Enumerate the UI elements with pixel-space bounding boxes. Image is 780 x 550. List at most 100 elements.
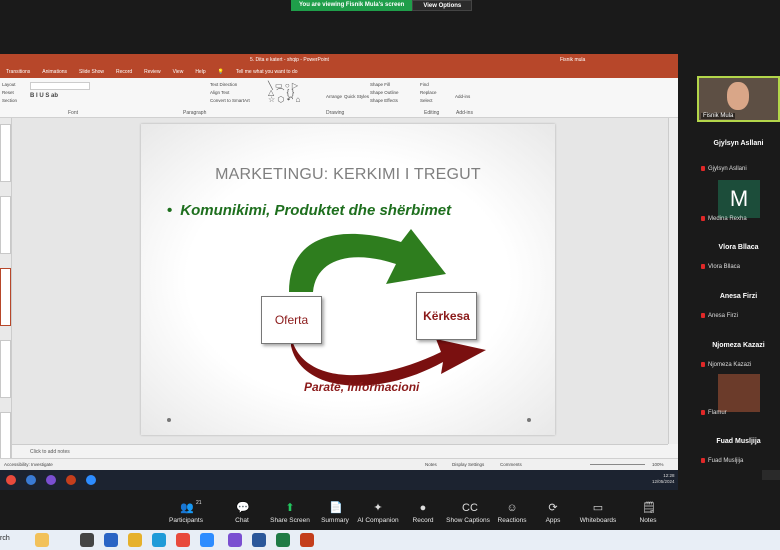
shape-outline-button[interactable]: Shape Outline bbox=[370, 90, 399, 95]
participant-name-large: Gjylsyn Asllani bbox=[713, 140, 764, 147]
clock-date: 12/05/2024 bbox=[652, 479, 675, 484]
viber-icon[interactable] bbox=[46, 475, 56, 485]
ribbon-tabs: Transitions Animations Slide Show Record… bbox=[0, 66, 678, 78]
participant-avatar: M bbox=[718, 180, 760, 218]
notes-pane[interactable]: Click to add notes bbox=[12, 444, 668, 458]
section-button[interactable]: Section bbox=[2, 98, 17, 103]
replace-button[interactable]: Replace bbox=[420, 90, 437, 95]
arrange-button[interactable]: Arrange bbox=[326, 94, 342, 99]
accessibility-status[interactable]: Accessibility: Investigate bbox=[4, 462, 53, 467]
bottom-label: Paratë, Informacioni bbox=[304, 380, 420, 394]
word-icon[interactable] bbox=[252, 533, 266, 547]
view-options-button[interactable]: View Options bbox=[412, 0, 473, 11]
clock-time: 12:28 bbox=[663, 473, 675, 478]
ribbon: Layout Reset Section B I U S ab Text Dir… bbox=[0, 78, 678, 118]
find-button[interactable]: Find bbox=[420, 82, 429, 87]
tab-help[interactable]: Help bbox=[195, 69, 205, 75]
tab-review[interactable]: Review bbox=[144, 69, 160, 75]
mail-icon[interactable] bbox=[104, 533, 118, 547]
group-paragraph: Paragraph bbox=[183, 110, 207, 116]
participant-tile[interactable]: Gjylsyn Asllani Gjylsyn Asllani bbox=[697, 128, 780, 176]
widgets-icon[interactable] bbox=[35, 533, 49, 547]
tab-slide-show[interactable]: Slide Show bbox=[79, 69, 104, 75]
notes-button[interactable]: Notes bbox=[425, 462, 437, 467]
participant-name: Njomeza Kazazi bbox=[701, 362, 751, 368]
participants-button[interactable]: 👥 Participants 21 bbox=[158, 500, 214, 524]
captions-icon: CC bbox=[462, 502, 478, 514]
participant-tile[interactable]: Fuad Musljija Fuad Musljija bbox=[697, 420, 780, 468]
tab-transitions[interactable]: Transitions bbox=[6, 69, 30, 75]
mic-muted-icon bbox=[701, 362, 705, 367]
font-format-buttons[interactable]: B I U S ab bbox=[30, 93, 58, 99]
text-direction-button[interactable]: Text Direction bbox=[210, 82, 237, 87]
green-arrow bbox=[289, 229, 446, 292]
participant-name-large: Vlora Bllaca bbox=[718, 244, 759, 251]
mic-muted-icon bbox=[701, 264, 705, 269]
participants-count: 21 bbox=[196, 500, 202, 506]
tab-record[interactable]: Record bbox=[116, 69, 132, 75]
comments-button[interactable]: Comments bbox=[500, 462, 522, 467]
kerkesa-box: Kërkesa bbox=[416, 292, 477, 340]
excel-icon[interactable] bbox=[276, 533, 290, 547]
whiteboard-icon: ▭ bbox=[592, 502, 604, 514]
mic-muted-icon bbox=[701, 458, 705, 463]
participant-tile[interactable]: Vlora Bllaca Vlora Bllaca bbox=[697, 226, 780, 274]
quick-styles-button[interactable]: Quick Styles bbox=[344, 94, 369, 99]
user-name[interactable]: Fisnik mula bbox=[560, 57, 585, 63]
font-name-dropdown[interactable] bbox=[30, 82, 90, 90]
participants-icon: 👥 bbox=[180, 502, 194, 514]
shape-fill-button[interactable]: Shape Fill bbox=[370, 82, 390, 87]
select-button[interactable]: Select bbox=[420, 98, 433, 103]
notes-icon: 🗒 bbox=[642, 502, 656, 514]
whiteboards-button[interactable]: ▭ Whiteboards bbox=[570, 500, 626, 524]
apps-icon: ⟳ bbox=[548, 502, 558, 514]
slide-handle bbox=[167, 418, 171, 422]
search-box[interactable]: rch bbox=[0, 535, 10, 542]
zoom-icon[interactable] bbox=[86, 475, 96, 485]
tab-view[interactable]: View bbox=[173, 69, 184, 75]
add-ins-button[interactable]: Add-ins bbox=[455, 94, 470, 99]
participant-tile[interactable]: Njomeza Kazazi Njomeza Kazazi bbox=[697, 324, 780, 372]
chrome-icon[interactable] bbox=[6, 475, 16, 485]
participant-tile[interactable]: Flamur bbox=[697, 372, 780, 420]
notes-button[interactable]: 🗒 Notes bbox=[620, 500, 676, 524]
zoom-level[interactable]: 100% bbox=[652, 462, 664, 467]
shapes-gallery[interactable]: ╲ ▭ ○ ▷ △ ⌒ { } ☆ ⬡ ↶ ⌂ bbox=[268, 82, 320, 104]
layout-button[interactable]: Layout bbox=[2, 82, 16, 87]
reset-button[interactable]: Reset bbox=[2, 90, 14, 95]
task-view-icon[interactable] bbox=[80, 533, 94, 547]
participant-tile[interactable]: Anesa Firzi Anesa Firzi bbox=[697, 275, 780, 323]
edge-icon[interactable] bbox=[26, 475, 36, 485]
file-explorer-icon[interactable] bbox=[128, 533, 142, 547]
participant-name: Flamur bbox=[701, 410, 727, 416]
zoom-slider[interactable] bbox=[590, 464, 645, 465]
slide-thumbnail[interactable] bbox=[0, 124, 11, 182]
mic-muted-icon bbox=[701, 313, 705, 318]
tell-me-box[interactable]: Tell me what you want to do bbox=[236, 69, 298, 75]
participant-photo bbox=[718, 374, 760, 412]
participant-tile[interactable]: M Medina Rexha bbox=[697, 178, 780, 226]
vertical-scrollbar[interactable] bbox=[668, 118, 678, 444]
meeting-toolbar: 👥 Participants 21 💬 Chat ⬆ Share Screen 📄 Su… bbox=[0, 498, 780, 532]
smartart-button[interactable]: Convert to SmartArt bbox=[210, 98, 250, 103]
slide-thumbnail[interactable] bbox=[0, 196, 11, 254]
reactions-icon: ☺ bbox=[506, 502, 518, 514]
display-settings-button[interactable]: Display Settings bbox=[452, 462, 484, 467]
zoom-icon[interactable] bbox=[200, 533, 214, 547]
participant-name: Medina Rexha bbox=[701, 216, 747, 222]
chrome-icon[interactable] bbox=[176, 533, 190, 547]
status-bar: Accessibility: Investigate Notes Display… bbox=[0, 458, 678, 470]
powerpoint-icon[interactable] bbox=[300, 533, 314, 547]
powerpoint-icon[interactable] bbox=[66, 475, 76, 485]
align-text-button[interactable]: Align Text bbox=[210, 90, 229, 95]
shape-effects-button[interactable]: Shape Effects bbox=[370, 98, 398, 103]
participant-list: Gjylsyn Asllani Gjylsyn Asllani M Medina… bbox=[697, 74, 780, 474]
slide-thumbnail-selected[interactable] bbox=[0, 268, 11, 326]
slide-thumbnail[interactable] bbox=[0, 340, 11, 398]
participant-name: Vlora Bllaca bbox=[701, 264, 740, 270]
slide-handle bbox=[527, 418, 531, 422]
notes-placeholder: Click to add notes bbox=[30, 449, 70, 455]
edge-icon[interactable] bbox=[152, 533, 166, 547]
viber-icon[interactable] bbox=[228, 533, 242, 547]
tab-animations[interactable]: Animations bbox=[42, 69, 67, 75]
